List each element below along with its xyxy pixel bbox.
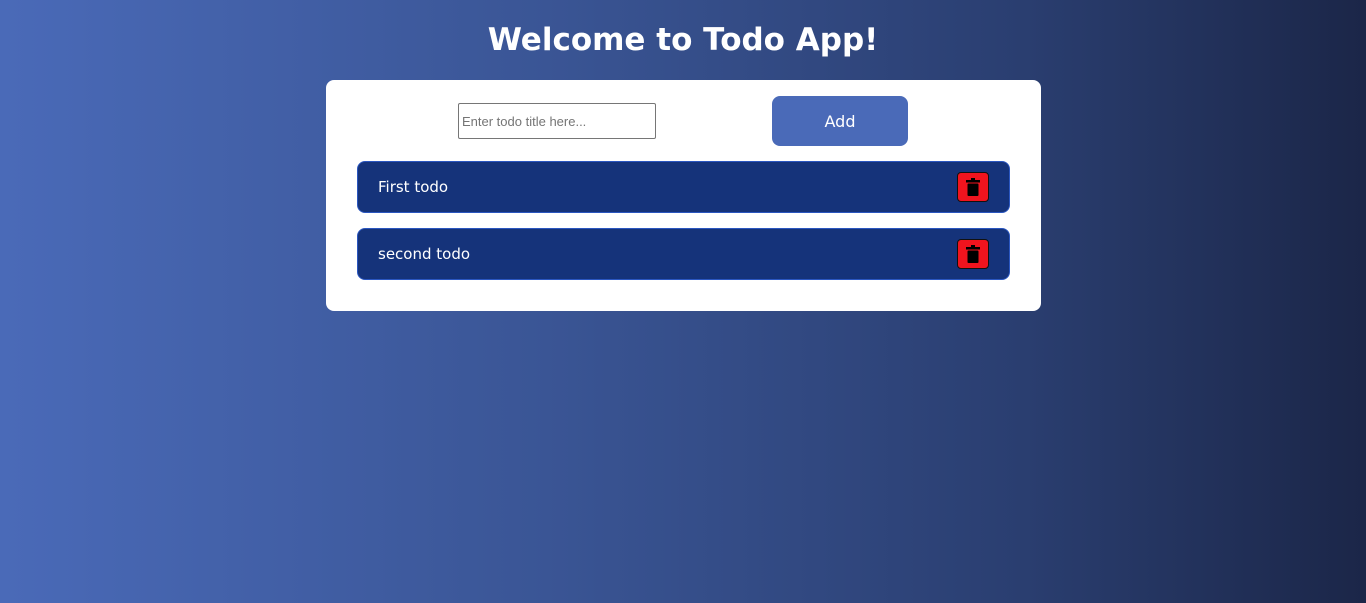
todo-title: second todo [378, 245, 471, 263]
todo-title: First todo [378, 178, 449, 196]
trash-icon [966, 245, 980, 263]
todo-item: second todo [357, 228, 1010, 280]
todo-list: First todo second todo [357, 161, 1010, 295]
page-title: Welcome to Todo App! [487, 22, 879, 58]
delete-todo-button[interactable] [957, 172, 989, 202]
trash-icon [966, 178, 980, 196]
todo-card: Add First todo second todo [326, 80, 1041, 311]
add-button[interactable]: Add [772, 96, 908, 146]
delete-todo-button[interactable] [957, 239, 989, 269]
todo-item: First todo [357, 161, 1010, 213]
todo-title-input[interactable] [458, 103, 656, 139]
